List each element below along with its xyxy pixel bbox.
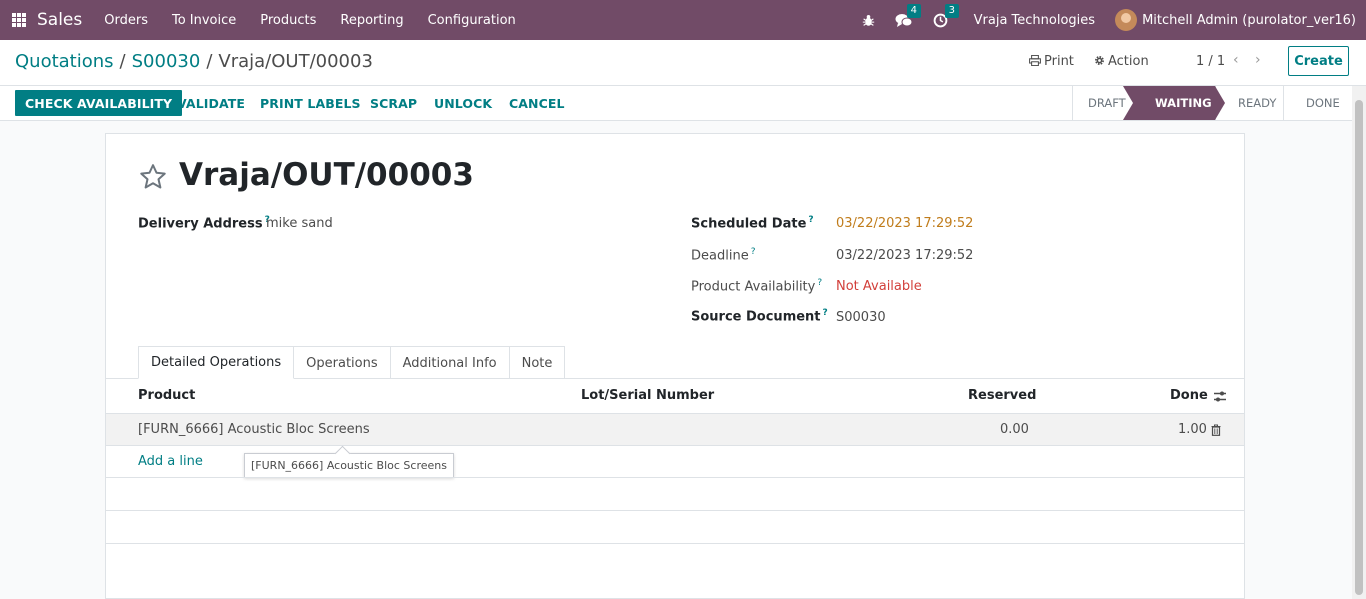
form-sheet: Vraja/OUT/00003 Delivery Address? mike s… (105, 133, 1245, 599)
activities-badge: 3 (944, 3, 959, 18)
table-header: Product Lot/Serial Number Reserved Done (106, 379, 1244, 413)
scheduled-date-label: Scheduled Date? (691, 215, 814, 232)
table-row (106, 510, 1244, 543)
scrap-button[interactable]: SCRAP (370, 90, 417, 116)
gear-icon (1095, 56, 1104, 65)
product-availability-value: Not Available (836, 279, 922, 294)
action-button[interactable]: Action (1094, 54, 1149, 69)
top-navbar: Sales Orders To Invoice Products Reporti… (0, 0, 1366, 40)
add-a-line-link[interactable]: Add a line (138, 454, 203, 469)
help-tooltip-icon[interactable]: ? (751, 247, 756, 257)
column-product[interactable]: Product (138, 388, 195, 403)
print-label: Print (1044, 54, 1074, 69)
column-lot-serial[interactable]: Lot/Serial Number (581, 388, 714, 403)
help-tooltip-icon[interactable]: ? (808, 215, 813, 225)
product-availability-label: Product Availability? (691, 278, 823, 295)
row-product[interactable]: [FURN_6666] Acoustic Bloc Screens (138, 422, 370, 437)
breadcrumb-current: Vraja/OUT/00003 (218, 51, 373, 72)
row-done[interactable]: 1.00 (1178, 422, 1207, 437)
record-title: Vraja/OUT/00003 (179, 157, 474, 193)
debug-bug-icon[interactable] (862, 14, 875, 27)
breadcrumb-sale-order[interactable]: S00030 (132, 51, 201, 72)
cancel-button[interactable]: CANCEL (509, 90, 565, 116)
stage-ready: READY (1215, 86, 1283, 120)
stage-done: DONE (1283, 86, 1352, 120)
validate-button[interactable]: VALIDATE (177, 90, 245, 116)
favorite-star-icon[interactable] (138, 162, 168, 192)
column-reserved[interactable]: Reserved (968, 388, 1036, 403)
app-name[interactable]: Sales (37, 10, 82, 30)
table-row: Add a line [FURN_6666] Acoustic Bloc Scr… (106, 445, 1244, 478)
print-button[interactable]: Print (1029, 54, 1074, 69)
unlock-button[interactable]: UNLOCK (434, 90, 492, 116)
control-panel: Quotations / S00030/Vraja/OUT/00003 Print … (0, 40, 1366, 86)
user-menu[interactable]: Mitchell Admin (purolator_ver16) (1142, 13, 1356, 28)
scrollbar-thumb[interactable] (1355, 100, 1363, 595)
action-label: Action (1108, 54, 1149, 69)
menu-reporting[interactable]: Reporting (340, 13, 403, 28)
menu-to-invoice[interactable]: To Invoice (172, 13, 236, 28)
create-button[interactable]: Create (1288, 46, 1349, 76)
table-bottom-border (106, 543, 1244, 544)
table-row (106, 477, 1244, 510)
notebook-tabs: Detailed Operations Operations Additiona… (138, 346, 566, 379)
breadcrumb-separator: / (206, 51, 213, 72)
source-document-label: Source Document? (691, 308, 828, 325)
form-statusbar: CHECK AVAILABILITY VALIDATE PRINT LABELS… (0, 86, 1366, 121)
user-avatar[interactable] (1115, 9, 1138, 31)
page-scrollbar[interactable] (1352, 86, 1366, 599)
row-reserved: 0.00 (1000, 422, 1029, 437)
apps-menu-icon[interactable] (12, 13, 26, 27)
messages-badge: 4 (906, 3, 921, 18)
scheduled-date-field[interactable]: 03/22/2023 17:29:52 (836, 216, 973, 231)
status-stages: DRAFT WAITING READY DONE (1072, 86, 1352, 120)
pager-next-icon[interactable]: › (1255, 52, 1261, 68)
delivery-address-label: Delivery Address? (138, 215, 270, 232)
delivery-address-field[interactable]: mike sand (266, 216, 333, 231)
messages-icon[interactable]: 4 (895, 3, 921, 28)
optional-columns-toggle-icon[interactable] (1213, 390, 1227, 403)
menu-products[interactable]: Products (260, 13, 316, 28)
company-switcher[interactable]: Vraja Technologies (974, 13, 1095, 28)
menu-orders[interactable]: Orders (104, 13, 148, 28)
breadcrumb-quotations[interactable]: Quotations (15, 51, 114, 72)
help-tooltip-icon[interactable]: ? (817, 278, 822, 288)
breadcrumb-separator: / (119, 51, 126, 72)
tab-additional-info[interactable]: Additional Info (389, 346, 510, 379)
stage-waiting: WAITING (1123, 86, 1225, 120)
print-labels-button[interactable]: PRINT LABELS (260, 90, 361, 116)
tab-note[interactable]: Note (508, 346, 566, 379)
tab-operations[interactable]: Operations (293, 346, 391, 379)
product-tooltip: [FURN_6666] Acoustic Bloc Screens (244, 453, 454, 478)
pager-value[interactable]: 1 / 1 (1196, 54, 1225, 69)
printer-icon (1029, 54, 1041, 67)
deadline-field: 03/22/2023 17:29:52 (836, 248, 974, 263)
source-document-field[interactable]: S00030 (836, 310, 886, 325)
deadline-label: Deadline? (691, 247, 756, 264)
check-availability-button[interactable]: CHECK AVAILABILITY (15, 90, 183, 116)
table-row[interactable]: [FURN_6666] Acoustic Bloc Screens 0.00 1… (106, 413, 1244, 446)
delete-trash-icon[interactable] (1211, 424, 1221, 436)
tab-detailed-operations[interactable]: Detailed Operations (138, 346, 295, 379)
menu-configuration[interactable]: Configuration (428, 13, 516, 28)
activities-clock-icon[interactable]: 3 (933, 3, 959, 28)
help-tooltip-icon[interactable]: ? (823, 308, 828, 318)
pager-previous-icon[interactable]: ‹ (1233, 52, 1239, 68)
breadcrumb: Quotations / S00030/Vraja/OUT/00003 (15, 51, 373, 72)
column-done[interactable]: Done (1170, 388, 1208, 403)
